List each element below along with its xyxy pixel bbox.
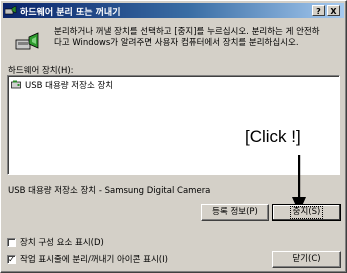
instruction-line-2: 다고 Windows가 알려주면 사용자 컴퓨터에서 장치를 분리하십시오.	[54, 38, 299, 48]
usb-storage-icon	[11, 80, 21, 89]
safely-remove-hardware-dialog: 하드웨어 분리 또는 꺼내기 ? X 분리하거나 꺼낼 장치를 선택하고 [중지…	[0, 0, 347, 273]
properties-button[interactable]: 등록 정보(P)	[201, 204, 269, 221]
stop-button[interactable]: 중지(S)	[272, 204, 341, 221]
instruction-line-1: 분리하거나 꺼낼 장치를 선택하고 [중지]를 누르십시오. 분리하는 게 안전…	[54, 27, 320, 37]
show-taskbar-icon-label: 작업 표시줄에 분리/꺼내기 아이콘 표시(I)	[20, 255, 168, 265]
hardware-eject-icon	[15, 32, 39, 50]
show-components-label: 장치 구성 요소 표시(D)	[20, 238, 104, 248]
show-components-checkbox[interactable]: 장치 구성 요소 표시(D)	[7, 236, 104, 248]
instruction-text: 분리하거나 꺼낼 장치를 선택하고 [중지]를 누르십시오. 분리하는 게 안전…	[54, 27, 339, 49]
device-name: USB 대용량 저장소 장치	[25, 80, 114, 91]
click-annotation-text: [Click !]	[245, 127, 301, 146]
window-title: 하드웨어 분리 또는 꺼내기	[20, 8, 121, 18]
help-button[interactable]: ?	[312, 5, 325, 16]
list-item[interactable]: USB 대용량 저장소 장치	[11, 79, 116, 91]
show-taskbar-icon-checkbox[interactable]: ✓ 작업 표시줄에 분리/꺼내기 아이콘 표시(I)	[7, 253, 168, 265]
close-window-button[interactable]: X	[327, 5, 340, 16]
checkbox-unchecked-icon	[7, 237, 16, 247]
stop-button-label: 중지(S)	[289, 206, 324, 219]
title-bar[interactable]: 하드웨어 분리 또는 꺼내기 ? X	[3, 3, 344, 18]
close-button[interactable]: 닫기(C)	[272, 251, 341, 268]
checkbox-checked-icon: ✓	[7, 254, 16, 264]
hardware-eject-icon	[5, 5, 17, 15]
device-description: USB 대용량 저장소 장치 - Samsung Digital Camera	[8, 186, 211, 196]
